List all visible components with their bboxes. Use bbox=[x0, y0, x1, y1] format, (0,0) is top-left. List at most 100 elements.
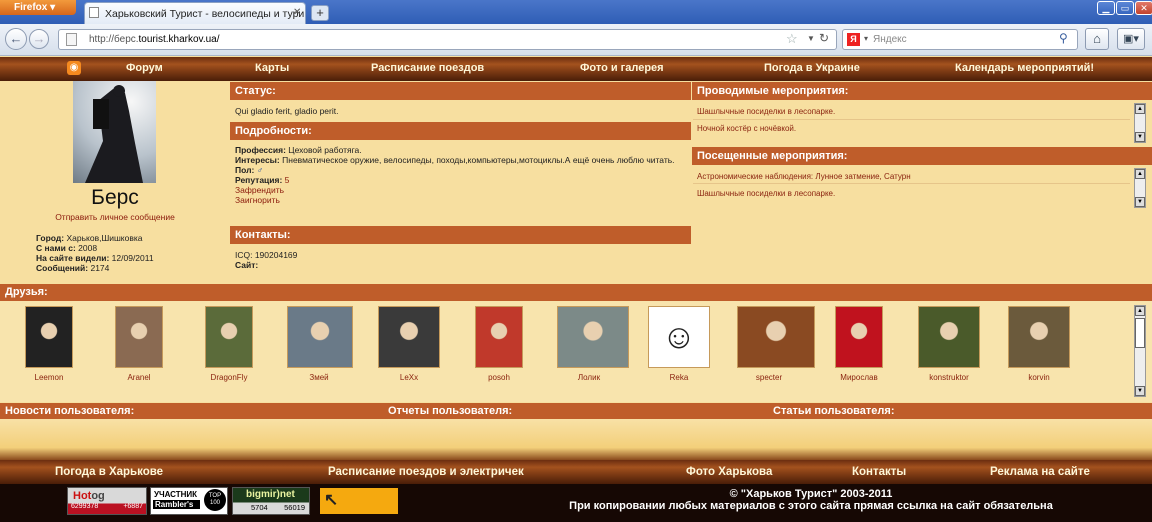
friend-card[interactable]: LeXx bbox=[377, 306, 441, 382]
scroll-down-icon[interactable]: ▼ bbox=[1135, 386, 1145, 396]
friend-name[interactable]: Мирослав bbox=[827, 373, 891, 382]
friend-card[interactable]: specter bbox=[737, 306, 815, 382]
close-tab-icon[interactable]: ✕ bbox=[293, 7, 301, 18]
rambler-counter[interactable]: УЧАСТНИК Rambler's TOP 100 bbox=[150, 487, 228, 515]
send-message-link[interactable]: Отправить личное сообщение bbox=[0, 212, 230, 222]
nav-event-calendar[interactable]: Календарь мероприятий! bbox=[955, 62, 1094, 74]
friend-name[interactable]: posoh bbox=[467, 373, 531, 382]
friend-name[interactable]: konstruktor bbox=[917, 373, 981, 382]
friend-avatar[interactable] bbox=[205, 306, 253, 368]
friend-avatar[interactable] bbox=[737, 306, 815, 368]
nav-photo-gallery[interactable]: Фото и галерея bbox=[580, 62, 664, 74]
scroll-up-icon[interactable]: ▲ bbox=[1135, 306, 1145, 316]
new-tab-button[interactable]: + bbox=[311, 5, 329, 21]
footer-weather-kharkov[interactable]: Погода в Харькове bbox=[55, 466, 163, 478]
friend-avatar[interactable] bbox=[475, 306, 523, 368]
nav-weather-ukraine[interactable]: Погода в Украине bbox=[764, 62, 860, 74]
close-window-icon[interactable]: ✕ bbox=[1135, 1, 1152, 15]
friend-card[interactable]: DragonFly bbox=[197, 306, 261, 382]
url-dropdown-icon[interactable]: ▼ bbox=[807, 34, 815, 43]
bigmir-value-b: 56019 bbox=[284, 503, 305, 512]
footer-advertising[interactable]: Реклама на сайте bbox=[990, 466, 1090, 478]
event-divider bbox=[693, 119, 1130, 120]
friend-card[interactable]: konstruktor bbox=[917, 306, 981, 382]
contacts-body: ICQ: 190204169 Сайт: bbox=[235, 250, 297, 270]
nav-maps[interactable]: Карты bbox=[255, 62, 289, 74]
event-held-item[interactable]: Ночной костёр с ночёвкой. bbox=[697, 124, 796, 133]
friend-card[interactable]: Змей bbox=[287, 306, 353, 382]
page-icon bbox=[89, 7, 99, 18]
ignore-link[interactable]: Заигнорить bbox=[235, 195, 680, 205]
friend-avatar[interactable] bbox=[557, 306, 629, 368]
friends-scrollbar[interactable]: ▲ ▼ bbox=[1134, 305, 1146, 397]
scroll-up-icon[interactable]: ▲ bbox=[1135, 104, 1145, 114]
footer-contacts[interactable]: Контакты bbox=[852, 466, 906, 478]
scroll-down-icon[interactable]: ▼ bbox=[1135, 197, 1145, 207]
footer-train-schedule[interactable]: Расписание поездов и электричек bbox=[328, 466, 524, 478]
friend-name[interactable]: Змей bbox=[287, 373, 351, 382]
friend-name[interactable]: specter bbox=[737, 373, 801, 382]
friend-name[interactable]: Leemon bbox=[17, 373, 81, 382]
search-engine-dropdown-icon[interactable]: ▾ bbox=[864, 34, 868, 43]
footer-photo-kharkov[interactable]: Фото Харькова bbox=[686, 466, 772, 478]
address-bar[interactable]: http://берс.tourist.kharkov.ua/ bbox=[58, 29, 837, 50]
search-icon[interactable]: ⚲ bbox=[1059, 31, 1068, 45]
events-held-scrollbar[interactable]: ▲ ▼ bbox=[1134, 103, 1146, 143]
copyright-block: © "Харьков Турист" 2003-2011 При копиров… bbox=[536, 488, 1086, 512]
friend-avatar[interactable] bbox=[25, 306, 73, 368]
profile-photo bbox=[73, 81, 156, 183]
maximize-icon[interactable]: ▭ bbox=[1116, 1, 1134, 15]
friend-avatar[interactable] bbox=[378, 306, 440, 368]
bookmark-star-icon[interactable]: ☆ bbox=[786, 31, 798, 47]
firefox-menu-button[interactable]: Firefox ▾ bbox=[0, 0, 76, 15]
tab-title: Харьковский Турист - велосипеды и тури..… bbox=[105, 8, 306, 20]
friend-avatar[interactable] bbox=[835, 306, 883, 368]
hotlog-counter[interactable]: Hotog 6299378 +6887 bbox=[67, 487, 147, 515]
bigmir-counter[interactable]: bigmir)net 5704 56019 bbox=[232, 487, 310, 515]
event-visited-item[interactable]: Астрономические наблюдения: Лунное затме… bbox=[697, 172, 911, 181]
url-host: tourist.kharkov.ua/ bbox=[138, 34, 220, 45]
friend-name[interactable]: DragonFly bbox=[197, 373, 261, 382]
nav-train-schedule[interactable]: Расписание поездов bbox=[371, 62, 484, 74]
arrow-up-left-icon[interactable]: ↖ bbox=[320, 488, 398, 514]
friend-name[interactable]: korvin bbox=[1007, 373, 1071, 382]
addon-menu-icon[interactable]: ▣▾ bbox=[1117, 28, 1145, 50]
friend-avatar[interactable] bbox=[1008, 306, 1070, 368]
friend-card[interactable]: Leemon bbox=[17, 306, 81, 382]
friend-link[interactable]: Зафрендить bbox=[235, 185, 680, 195]
friend-card[interactable]: Лолик bbox=[557, 306, 629, 382]
back-arrow-icon[interactable]: ← bbox=[5, 28, 27, 50]
friend-avatar[interactable] bbox=[918, 306, 980, 368]
home-icon[interactable]: ⌂ bbox=[1085, 28, 1109, 50]
reload-icon[interactable]: ↻ bbox=[819, 31, 829, 45]
friend-avatar[interactable] bbox=[115, 306, 163, 368]
friend-card[interactable]: posoh bbox=[467, 306, 531, 382]
copyright-text: © "Харьков Турист" 2003-2011 bbox=[729, 488, 893, 500]
friend-name[interactable]: LeXx bbox=[377, 373, 441, 382]
hotlog-value-b: +6887 bbox=[123, 503, 143, 510]
friend-card[interactable]: korvin bbox=[1007, 306, 1071, 382]
scroll-thumb[interactable] bbox=[1135, 318, 1145, 348]
friend-avatar[interactable] bbox=[287, 306, 353, 368]
friend-card[interactable]: Aranel bbox=[107, 306, 171, 382]
sun-face-icon[interactable]: ☺ bbox=[648, 306, 710, 368]
scroll-down-icon[interactable]: ▼ bbox=[1135, 132, 1145, 142]
friend-card[interactable]: Мирослав bbox=[827, 306, 891, 382]
forward-arrow-icon[interactable]: → bbox=[29, 29, 49, 49]
firefox-menu-label: Firefox bbox=[14, 2, 48, 13]
browser-tab[interactable]: Харьковский Турист - велосипеды и тури..… bbox=[84, 2, 306, 24]
nav-forum[interactable]: Форум bbox=[126, 62, 163, 74]
events-visited-scrollbar[interactable]: ▲ ▼ bbox=[1134, 168, 1146, 208]
event-visited-item[interactable]: Шашлычные посиделки в лесопарке. bbox=[697, 189, 835, 198]
bigmir-value-a: 5704 bbox=[251, 503, 268, 512]
friend-name[interactable]: Лолик bbox=[557, 373, 621, 382]
friend-name[interactable]: Aranel bbox=[107, 373, 171, 382]
friend-card[interactable]: ☺ Reka bbox=[647, 306, 711, 382]
scroll-up-icon[interactable]: ▲ bbox=[1135, 169, 1145, 179]
friend-name[interactable]: Reka bbox=[647, 373, 711, 382]
search-input[interactable]: Яндекс bbox=[842, 29, 1078, 50]
minimize-icon[interactable]: ▁ bbox=[1097, 1, 1115, 15]
event-held-item[interactable]: Шашлычные посиделки в лесопарке. bbox=[697, 107, 835, 116]
yandex-icon[interactable]: Я bbox=[847, 33, 860, 46]
rss-icon[interactable]: ◉ bbox=[67, 61, 81, 75]
